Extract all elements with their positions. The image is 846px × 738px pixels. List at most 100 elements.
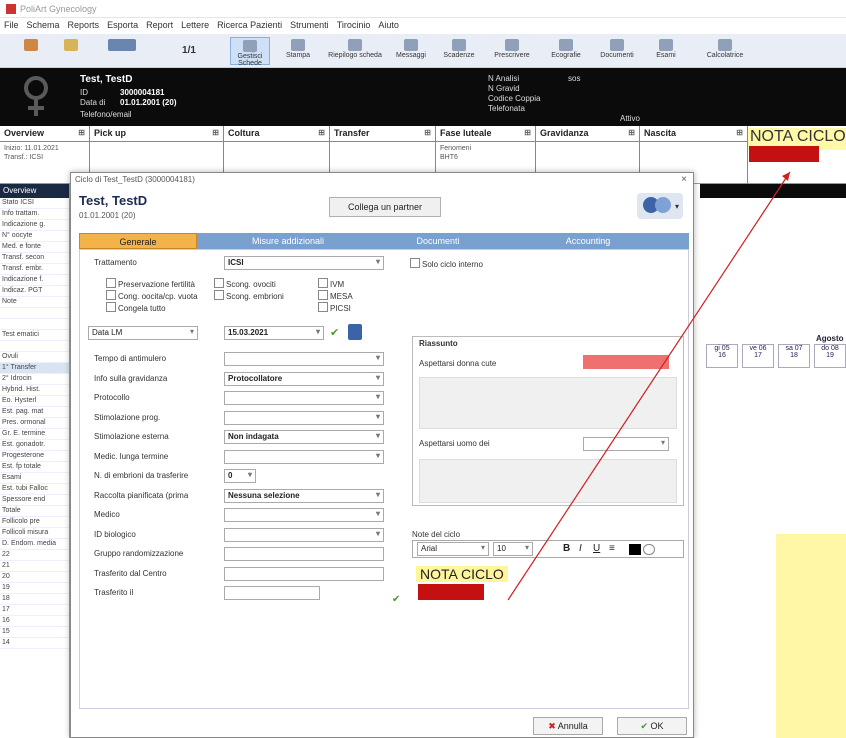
left-row[interactable]: 18 <box>0 594 69 605</box>
riassunto-row2-select[interactable] <box>583 437 669 451</box>
calendar-cell[interactable]: gi 05 16 <box>706 344 738 368</box>
column-header[interactable]: Nascita ⊞ <box>640 126 747 142</box>
left-row[interactable]: Info trattam. <box>0 209 69 220</box>
filter-icon[interactable]: ⊞ <box>736 128 743 139</box>
toolbar-calendar-button[interactable]: Scadenze <box>436 37 482 65</box>
left-row[interactable]: Follicoli misura <box>0 528 69 539</box>
patient-switch-icon[interactable] <box>102 37 142 65</box>
calendar-cell[interactable]: sa 07 18 <box>778 344 810 368</box>
left-row[interactable]: Indicazione f. <box>0 275 69 286</box>
toolbar-printer-button[interactable]: Stampa <box>274 37 322 65</box>
column-header[interactable]: Transfer ⊞ <box>330 126 435 142</box>
medico-check-icon[interactable]: ✔ <box>392 594 400 605</box>
field-input[interactable] <box>224 352 384 366</box>
left-row[interactable] <box>0 319 69 330</box>
tab-misure-addizionali[interactable]: Misure addizionali <box>229 233 347 249</box>
solo-ciclo-checkbox[interactable]: Solo ciclo interno <box>410 258 483 269</box>
column-header[interactable]: Overview ⊞ <box>0 126 89 142</box>
font-select[interactable]: Arial <box>417 542 489 556</box>
left-row[interactable]: Indicazione g. <box>0 220 69 231</box>
filter-icon[interactable]: ⊞ <box>424 128 431 139</box>
left-row[interactable]: Gr. E. termine <box>0 429 69 440</box>
forward-icon[interactable] <box>62 37 80 65</box>
left-row[interactable]: 21 <box>0 561 69 572</box>
left-row[interactable]: Note <box>0 297 69 308</box>
left-row[interactable]: Eo. Hysterl <box>0 396 69 407</box>
column-header[interactable]: Pick up ⊞ <box>90 126 223 142</box>
toolbar-prescription-button[interactable]: Prescrivere <box>486 37 538 65</box>
date-type-select[interactable]: Data LM <box>88 326 198 340</box>
bold-icon[interactable]: B <box>563 543 570 554</box>
date-input[interactable]: 15.03.2021 <box>224 326 324 340</box>
field-input[interactable]: 0 <box>224 469 256 483</box>
field-input[interactable] <box>224 527 384 542</box>
field-input[interactable] <box>224 566 384 581</box>
left-row[interactable]: 2° Idrocin <box>0 374 69 385</box>
left-row[interactable]: Hybrid. Hist. <box>0 385 69 396</box>
left-row[interactable]: Progesterone <box>0 451 69 462</box>
left-row[interactable]: Transf. secon <box>0 253 69 264</box>
overview-tab[interactable]: Overview <box>0 184 69 198</box>
checkbox-left-0[interactable]: Preservazione fertilità <box>106 278 195 289</box>
underline-icon[interactable]: U <box>593 543 600 554</box>
left-row[interactable]: N° oocyte <box>0 231 69 242</box>
left-row[interactable]: 22 <box>0 550 69 561</box>
highlight-color-icon[interactable] <box>643 544 655 555</box>
checkbox-right-0[interactable]: IVM <box>318 278 344 289</box>
checkbox-mid-1[interactable]: Scong. embrioni <box>214 290 284 301</box>
left-row[interactable]: Indicaz. PGT <box>0 286 69 297</box>
left-row[interactable] <box>0 308 69 319</box>
filter-icon[interactable]: ⊞ <box>78 128 85 139</box>
menu-item-7[interactable]: Strumenti <box>286 18 333 32</box>
left-row[interactable]: Esami <box>0 473 69 484</box>
toolbar-folder-button[interactable]: Gestisci Schede <box>230 37 270 67</box>
menu-item-1[interactable]: Schema <box>23 18 64 32</box>
menu-item-6[interactable]: Ricerca Pazienti <box>213 18 286 32</box>
column-header[interactable]: Fase luteale ⊞ <box>436 126 535 142</box>
back-icon[interactable] <box>22 37 40 65</box>
couple-icon[interactable]: ▾ <box>637 193 683 219</box>
toolbar-exam-button[interactable]: Esami <box>642 37 690 65</box>
align-icon[interactable]: ≡ <box>609 543 615 554</box>
check-icon[interactable]: ✔ <box>330 326 339 339</box>
note-text[interactable]: NOTA CICLO <box>416 566 508 582</box>
left-row[interactable]: Follicolo pre <box>0 517 69 528</box>
left-row[interactable]: Ovuli <box>0 352 69 363</box>
left-row[interactable]: 14 <box>0 638 69 649</box>
field-input[interactable] <box>224 586 320 600</box>
menu-item-5[interactable]: Lettere <box>177 18 213 32</box>
field-input[interactable]: Nessuna selezione <box>224 488 384 503</box>
field-input[interactable] <box>224 410 384 425</box>
left-row[interactable]: 17 <box>0 605 69 616</box>
menu-item-4[interactable]: Report <box>142 18 177 32</box>
menu-item-0[interactable]: File <box>0 18 23 32</box>
text-color-icon[interactable] <box>629 544 641 555</box>
checkbox-left-2[interactable]: Congela tutto <box>106 302 166 313</box>
field-input[interactable] <box>224 508 384 522</box>
left-row[interactable] <box>0 341 69 352</box>
ok-button[interactable]: ✔ OK <box>617 717 687 735</box>
close-icon[interactable]: × <box>681 174 687 185</box>
left-row[interactable]: Totale <box>0 506 69 517</box>
left-row[interactable]: Transf. embr. <box>0 264 69 275</box>
checkbox-left-1[interactable]: Cong. oocita/cp. vuota <box>106 290 198 301</box>
italic-icon[interactable]: I <box>579 543 582 554</box>
filter-icon[interactable]: ⊞ <box>318 128 325 139</box>
field-input[interactable]: Non indagata <box>224 430 384 444</box>
menu-item-9[interactable]: Aiuto <box>374 18 403 32</box>
checkbox-right-2[interactable]: PICSI <box>318 302 351 313</box>
menu-item-3[interactable]: Esporta <box>103 18 142 32</box>
toolbar-summary-button[interactable]: Riepilogo scheda <box>326 37 384 65</box>
toolbar-calculator-button[interactable]: Calcolatrice <box>694 37 756 65</box>
toolbar-message-button[interactable]: Messaggi <box>388 37 434 65</box>
column-header[interactable]: Coltura ⊞ <box>224 126 329 142</box>
trattamento-select[interactable]: ICSI <box>224 256 384 270</box>
left-row[interactable]: Est. fp totale <box>0 462 69 473</box>
checkbox-mid-0[interactable]: Scong. ovociti <box>214 278 276 289</box>
annulla-button[interactable]: ✖ Annulla <box>533 717 603 735</box>
calendar-cell[interactable]: do 08 19 <box>814 344 846 368</box>
left-row[interactable]: 15 <box>0 627 69 638</box>
left-row[interactable]: Est. tubi Falloc <box>0 484 69 495</box>
left-row[interactable]: Pres. ormonal <box>0 418 69 429</box>
collega-partner-button[interactable]: Collega un partner <box>329 197 441 217</box>
